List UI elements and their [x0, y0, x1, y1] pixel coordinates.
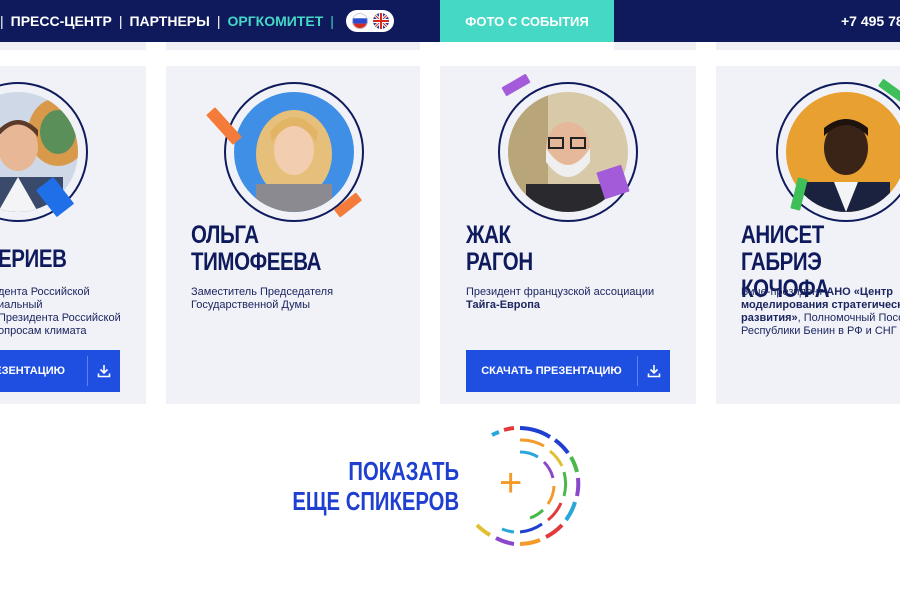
language-switcher — [346, 10, 394, 32]
speaker-name: ЕРИЕВ — [0, 245, 67, 273]
speaker-card: ЖАК РАГОН Президент французской ассоциац… — [440, 66, 696, 404]
speaker-name: ЖАК РАГОН — [466, 221, 533, 276]
download-button-label: СКАЧАТЬ ПРЕЗЕНТАЦИЮ — [481, 365, 622, 377]
plus-icon: + — [499, 461, 523, 505]
show-more-label: ПОКАЗАТЬ ЕЩЕ СПИКЕРОВ — [292, 456, 460, 516]
speaker-position: Вице-президент АНО «Центр моделирования … — [741, 286, 900, 337]
speaker-card: АНИСЕТ ГАБРИЭ КОЧОФА Вице-президент АНО … — [716, 66, 900, 404]
card-top-strip — [716, 42, 900, 50]
uk-flag-icon[interactable] — [372, 13, 389, 29]
ru-flag-icon[interactable] — [351, 13, 368, 29]
nav-item-partners[interactable]: ПАРТНЕРЫ — [129, 13, 209, 29]
speaker-photo-frame — [498, 82, 638, 222]
speaker-card: ЕРИЕВ дента Российской иальный Президент… — [0, 66, 146, 404]
speaker-card: ОЛЬГА ТИМОФЕЕВА Заместитель Председателя… — [166, 66, 420, 404]
nav-separator: | — [216, 13, 221, 29]
card-top-strip — [0, 42, 146, 50]
card-top-strip — [166, 42, 420, 50]
download-icon — [638, 350, 670, 392]
download-icon — [88, 350, 120, 392]
nav-separator: | — [118, 13, 123, 29]
download-presentation-button[interactable]: СКАЧАТЬ ПРЕЗЕНТАЦИЮ — [466, 350, 670, 392]
speaker-position: дента Российской иальный Президента Росс… — [0, 286, 121, 337]
nav-separator: | — [0, 13, 4, 29]
nav-separator: | — [330, 13, 334, 29]
phone-number[interactable]: +7 495 787 — [841, 0, 900, 42]
nav-item-press-center[interactable]: ПРЕСС-ЦЕНТР — [11, 13, 112, 29]
main-nav: | ПРЕСС-ЦЕНТР | ПАРТНЕРЫ | ОРГКОМИТЕТ | — [0, 0, 341, 42]
nav-item-organizing-committee[interactable]: ОРГКОМИТЕТ — [227, 13, 323, 29]
card-top-strip — [614, 42, 696, 50]
speaker-position: Заместитель Председателя Государственной… — [191, 286, 334, 311]
speaker-position: Президент французской ассоциации Тайга-Е… — [466, 286, 655, 311]
show-more-speakers-button[interactable]: ПОКАЗАТЬ ЕЩЕ СПИКЕРОВ + — [286, 426, 586, 556]
avatar — [234, 92, 354, 212]
speaker-photo-frame — [224, 82, 364, 222]
speaker-name: ОЛЬГА ТИМОФЕЕВА — [191, 221, 322, 276]
download-presentation-button[interactable]: ЕЗЕНТАЦИЮ — [0, 350, 120, 392]
download-button-label: ЕЗЕНТАЦИЮ — [0, 365, 65, 377]
event-photos-button[interactable]: ФОТО С СОБЫТИЯ — [440, 0, 614, 42]
